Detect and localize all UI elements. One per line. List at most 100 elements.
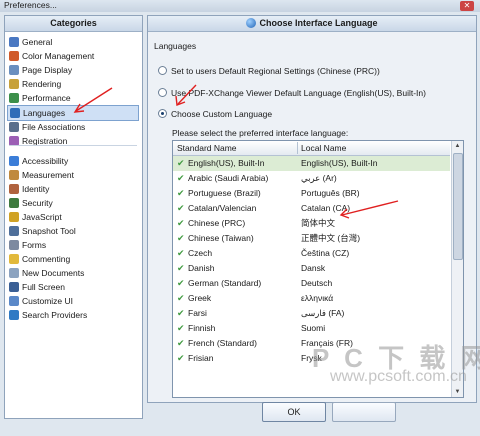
check-icon: ✔ — [177, 158, 185, 168]
panel-title: Choose Interface Language — [259, 18, 378, 28]
scrollbar-thumb[interactable] — [453, 153, 463, 260]
sidebar-item-performance[interactable]: Performance — [9, 91, 71, 105]
sidebar-item-color-management[interactable]: Color Management — [9, 49, 94, 63]
column-standard-name[interactable]: Standard Name — [177, 141, 237, 155]
sidebar-item-commenting[interactable]: Commenting — [9, 252, 70, 266]
sidebar-item-new-documents[interactable]: New Documents — [9, 266, 84, 280]
customize-ui-icon — [9, 296, 19, 306]
sidebar-item-label: Commenting — [22, 254, 71, 264]
sidebar-item-page-display[interactable]: Page Display — [9, 63, 72, 77]
check-icon: ✔ — [177, 263, 185, 273]
table-row[interactable]: ✔ Chinese (PRC) 简体中文 — [173, 216, 450, 231]
local-name-cell: 简体中文 — [301, 218, 336, 228]
local-name-cell: Dansk — [301, 263, 326, 273]
radio-default-language[interactable]: Use PDF-XChange Viewer Default Language … — [158, 88, 426, 98]
globe-icon — [246, 18, 257, 28]
standard-name-cell: Portuguese (Brazil) — [188, 188, 261, 198]
full-screen-icon — [9, 282, 19, 292]
sidebar-item-label: File Associations — [22, 122, 86, 132]
local-name-cell: Catalan (CA) — [301, 203, 351, 213]
group-label: Languages — [154, 41, 197, 51]
sidebar-item-general[interactable]: General — [9, 35, 52, 49]
standard-name-cell: Danish — [188, 263, 215, 273]
sidebar-item-snapshot-tool[interactable]: Snapshot Tool — [9, 224, 76, 238]
table-row[interactable]: ✔ Portuguese (Brazil) Português (BR) — [173, 186, 450, 201]
local-name-cell: Português (BR) — [301, 188, 360, 198]
table-row[interactable]: ✔ Danish Dansk — [173, 261, 450, 276]
local-name-cell: عربي (Ar) — [301, 173, 337, 183]
column-local-name[interactable]: Local Name — [301, 141, 346, 155]
check-icon: ✔ — [177, 233, 185, 243]
new-documents-icon — [9, 268, 19, 278]
table-row[interactable]: ✔ Catalan/Valencian Catalan (CA) — [173, 201, 450, 216]
cancel-button[interactable] — [332, 402, 396, 422]
table-row[interactable]: ✔ Finnish Suomi — [173, 321, 450, 336]
check-icon: ✔ — [177, 278, 185, 288]
sidebar-item-measurement[interactable]: Measurement — [9, 168, 74, 182]
local-name-cell: فارسی (FA) — [301, 308, 345, 318]
sidebar-item-label: Forms — [22, 240, 47, 250]
sidebar-item-accessibility[interactable]: Accessibility — [9, 154, 68, 168]
sidebar-item-label: Rendering — [22, 79, 62, 89]
panel-header: Choose Interface Language — [148, 16, 476, 32]
identity-icon — [9, 184, 19, 194]
table-row[interactable]: ✔ English(US), Built-In English(US), Built… — [173, 156, 450, 171]
close-icon[interactable]: ✕ — [460, 1, 474, 11]
snapshot-icon — [9, 226, 19, 236]
table-row[interactable]: ✔ Greek ελληνικά — [173, 291, 450, 306]
general-icon — [9, 37, 19, 47]
table-row[interactable]: ✔ Chinese (Taiwan) 正體中文 (台灣) — [173, 231, 450, 246]
sidebar-item-label: New Documents — [22, 268, 85, 278]
sidebar-item-label: Performance — [22, 93, 71, 103]
radio-indicator[interactable] — [158, 109, 167, 118]
standard-name-cell: German (Standard) — [188, 278, 262, 288]
check-icon: ✔ — [177, 323, 185, 333]
search-providers-icon — [9, 310, 19, 320]
local-name-cell: Čeština (CZ) — [301, 248, 350, 258]
sidebar-item-label: Search Providers — [22, 310, 88, 320]
sidebar-item-label: JavaScript — [22, 212, 62, 222]
sidebar-item-languages[interactable]: Languages — [7, 105, 139, 121]
standard-name-cell: English(US), Built-In — [188, 158, 265, 168]
local-name-cell: Deutsch — [301, 278, 333, 288]
standard-name-cell: Chinese (Taiwan) — [188, 233, 254, 243]
check-icon: ✔ — [177, 353, 185, 363]
sidebar-item-label: Identity — [22, 184, 50, 194]
security-icon — [9, 198, 19, 208]
sidebar-item-identity[interactable]: Identity — [9, 182, 49, 196]
categories-panel: Categories General Color Management Page D… — [4, 15, 143, 419]
scroll-up-icon[interactable]: ▲ — [452, 141, 463, 151]
radio-custom-language[interactable]: Choose Custom Language — [158, 109, 272, 119]
sidebar-item-label: General — [22, 37, 53, 47]
sidebar-item-rendering[interactable]: Rendering — [9, 77, 61, 91]
sidebar-item-label: Full Screen — [22, 282, 65, 292]
sidebar-item-forms[interactable]: Forms — [9, 238, 46, 252]
table-row[interactable]: ✔ Czech Čeština (CZ) — [173, 246, 450, 261]
table-row[interactable]: ✔ Farsi فارسی (FA) — [173, 306, 450, 321]
table-row[interactable]: ✔ Arabic (Saudi Arabia) عربي (Ar) — [173, 171, 450, 186]
language-list-header: Standard Name Local Name — [173, 141, 450, 156]
check-icon: ✔ — [177, 173, 185, 183]
sidebar-item-label: Snapshot Tool — [22, 226, 76, 236]
sidebar-item-file-associations[interactable]: File Associations — [9, 120, 85, 134]
radio-regional-settings[interactable]: Set to users Default Regional Settings (… — [158, 66, 380, 76]
sidebar-item-label: Languages — [23, 108, 66, 118]
sidebar-item-full-screen[interactable]: Full Screen — [9, 280, 65, 294]
performance-icon — [9, 93, 19, 103]
radio-indicator[interactable] — [158, 66, 167, 75]
check-icon: ✔ — [177, 188, 185, 198]
standard-name-cell: Arabic (Saudi Arabia) — [188, 173, 269, 183]
check-icon: ✔ — [177, 248, 185, 258]
ok-button[interactable]: OK — [262, 402, 326, 422]
sidebar-item-search-providers[interactable]: Search Providers — [9, 308, 87, 322]
scroll-down-icon[interactable]: ▼ — [452, 387, 463, 397]
column-divider[interactable] — [297, 142, 298, 154]
local-name-cell: 正體中文 (台灣) — [301, 233, 361, 243]
radio-indicator[interactable] — [158, 88, 167, 97]
sidebar-item-security[interactable]: Security — [9, 196, 53, 210]
commenting-icon — [9, 254, 19, 264]
sidebar-item-customize-ui[interactable]: Customize UI — [9, 294, 73, 308]
local-name-cell: Suomi — [301, 323, 326, 333]
sidebar-item-javascript[interactable]: JavaScript — [9, 210, 62, 224]
table-row[interactable]: ✔ German (Standard) Deutsch — [173, 276, 450, 291]
